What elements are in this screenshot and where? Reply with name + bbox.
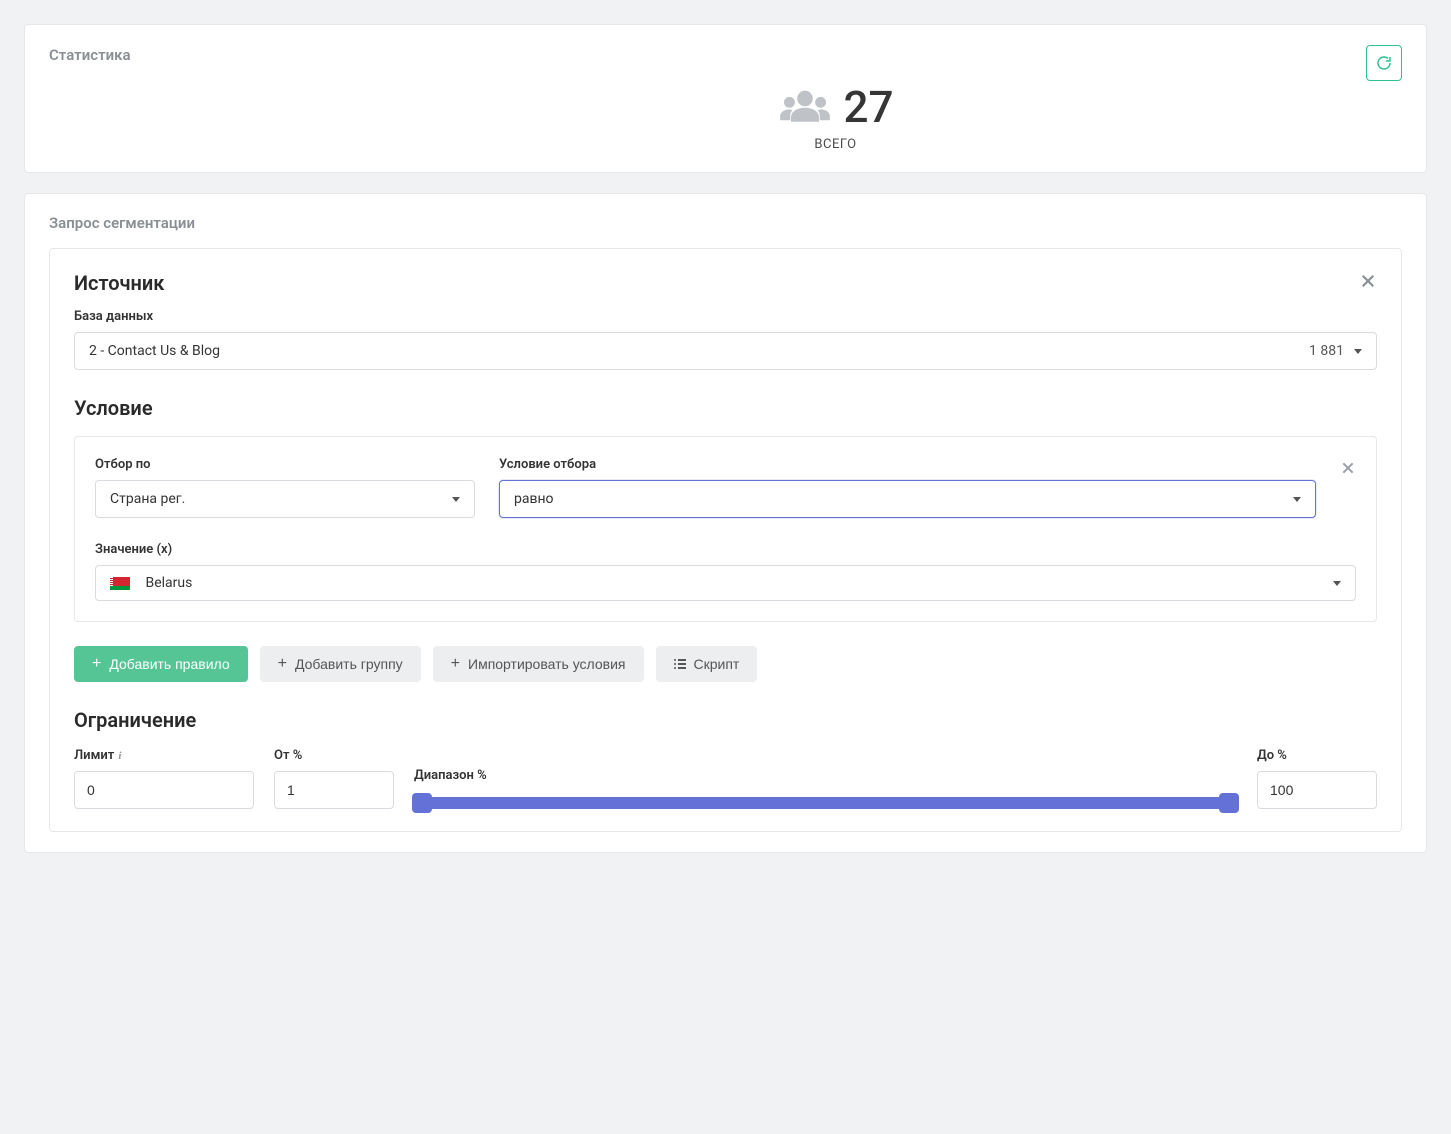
stat-count-label: ВСЕГО (814, 137, 856, 152)
add-group-button[interactable]: + Добавить группу (260, 646, 421, 682)
plus-icon: + (92, 656, 101, 672)
import-conditions-label: Импортировать условия (468, 656, 626, 672)
filter-by-select[interactable]: Страна рег. (95, 480, 475, 518)
chevron-down-icon (452, 497, 460, 502)
import-conditions-button[interactable]: + Импортировать условия (433, 646, 644, 682)
stats-panel: Статистика 27 ВСЕГО (24, 24, 1427, 173)
stat-total-block: 27 ВСЕГО (269, 81, 1402, 152)
filter-by-value: Страна рег. (110, 491, 185, 507)
users-icon (777, 86, 833, 128)
flag-belarus-icon (110, 577, 130, 590)
close-source-button[interactable] (1359, 272, 1377, 295)
operator-label: Условие отбора (499, 457, 1316, 472)
stats-title: Статистика (49, 46, 131, 64)
add-rule-label: Добавить правило (109, 656, 229, 672)
operator-select[interactable]: равно (499, 480, 1316, 518)
info-icon[interactable]: i (118, 750, 121, 762)
stat-count: 27 (843, 81, 893, 133)
plus-icon: + (451, 656, 460, 672)
limits-heading: Ограничение (74, 708, 1377, 732)
close-icon (1340, 460, 1356, 476)
limit-label: Лимитi (74, 748, 254, 763)
from-percent-label: От % (274, 748, 394, 763)
value-label: Значение (x) (95, 542, 1356, 557)
range-slider[interactable] (414, 797, 1237, 809)
slider-handle-left[interactable] (412, 793, 432, 813)
value-text: Belarus (145, 575, 192, 591)
limit-input[interactable] (74, 771, 254, 809)
add-group-label: Добавить группу (295, 656, 403, 672)
script-button[interactable]: Скрипт (656, 646, 758, 682)
segmentation-title: Запрос сегментации (49, 214, 1402, 232)
script-label: Скрипт (694, 656, 740, 672)
close-icon (1359, 272, 1377, 290)
to-percent-input[interactable] (1257, 771, 1377, 809)
range-percent-label: Диапазон % (414, 768, 1237, 783)
source-block: Источник База данных 2 - Contact Us & Bl… (49, 248, 1402, 832)
chevron-down-icon (1354, 349, 1362, 354)
plus-icon: + (278, 656, 287, 672)
to-percent-label: До % (1257, 748, 1377, 763)
database-value: 2 - Contact Us & Blog (89, 343, 220, 359)
remove-condition-button[interactable] (1340, 457, 1356, 479)
database-count: 1 881 (1309, 343, 1344, 359)
list-icon (674, 659, 686, 669)
chevron-down-icon (1333, 581, 1341, 586)
condition-heading: Условие (74, 396, 1377, 420)
database-label: База данных (74, 309, 1377, 324)
source-heading: Источник (74, 271, 164, 295)
filter-by-label: Отбор по (95, 457, 475, 472)
refresh-icon (1376, 55, 1392, 71)
chevron-down-icon (1293, 497, 1301, 502)
database-select[interactable]: 2 - Contact Us & Blog 1 881 (74, 332, 1377, 370)
from-percent-input[interactable] (274, 771, 394, 809)
segmentation-panel: Запрос сегментации Источник База данных … (24, 193, 1427, 853)
add-rule-button[interactable]: + Добавить правило (74, 646, 248, 682)
slider-handle-right[interactable] (1219, 793, 1239, 813)
operator-value: равно (514, 491, 554, 507)
condition-box: Отбор по Страна рег. Условие отбора равн… (74, 436, 1377, 622)
refresh-button[interactable] (1366, 45, 1402, 81)
value-select[interactable]: Belarus (95, 565, 1356, 601)
